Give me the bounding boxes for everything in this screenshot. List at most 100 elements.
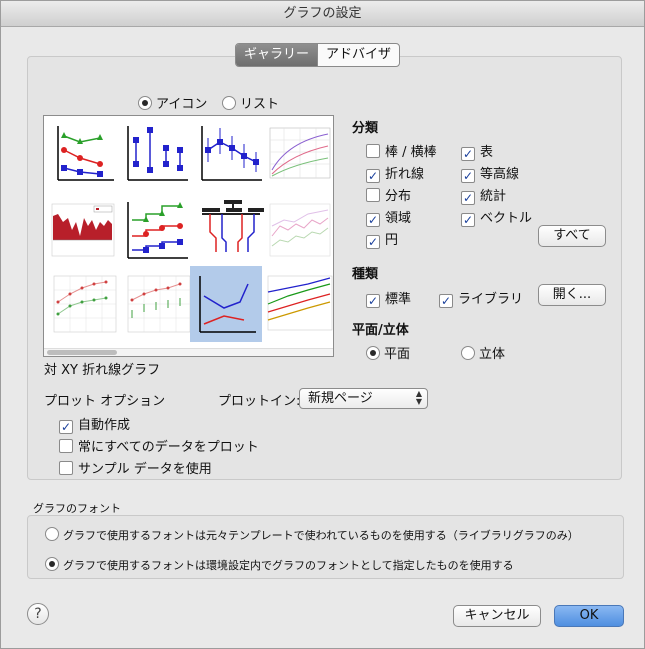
view-icon-label: アイコン [156, 97, 208, 112]
font-template-label: グラフで使用するフォントは元々テンプレートで使われているものを使用する（ライブラ… [63, 529, 579, 542]
checkbox-box[interactable] [59, 461, 73, 475]
cancel-button[interactable]: キャンセル [453, 605, 541, 627]
category-line-checkbox[interactable]: ✓ 折れ線 [366, 163, 424, 183]
category-statistics-label: 統計 [480, 189, 507, 204]
graph-settings-dialog: グラフの設定 ギャラリー アドバイザ アイコン リスト 対 XY 折れ線グラフ … [0, 0, 645, 649]
checkbox-box[interactable]: ✓ [366, 235, 380, 249]
radio-icon[interactable] [45, 557, 59, 571]
gallery-thumb-xy-line-selected[interactable] [190, 266, 262, 342]
gallery-horizontal-scrollbar[interactable] [44, 348, 333, 356]
category-area-label: 領域 [385, 211, 412, 226]
category-bar-checkbox[interactable]: 棒 / 横棒 [366, 141, 437, 160]
sample-data-label: サンプル データを使用 [78, 462, 212, 477]
line-markers-chart-icon [57, 126, 114, 181]
category-pie-checkbox[interactable]: ✓ 円 [366, 229, 398, 249]
view-icon-radio[interactable]: アイコン [138, 93, 207, 112]
gallery-thumb-dot-grid-1[interactable] [48, 272, 120, 344]
dimension-2d-radio[interactable]: 平面 [366, 343, 410, 362]
gallery-thumb-dendrogram[interactable] [196, 196, 268, 268]
tab-advisor[interactable]: アドバイザ [317, 44, 399, 66]
category-table-label: 表 [480, 145, 494, 160]
checkbox-box[interactable]: ✓ [461, 191, 475, 205]
radio-icon[interactable] [461, 346, 475, 360]
dot-grid-chart-icon [53, 275, 117, 333]
plot-in-value: 新規ページ [308, 391, 373, 406]
checkbox-box[interactable] [366, 144, 380, 158]
ok-button[interactable]: OK [554, 605, 624, 627]
dimension-heading: 平面/立体 [352, 323, 409, 338]
category-line-label: 折れ線 [385, 167, 425, 182]
checkbox-box[interactable]: ✓ [366, 294, 380, 308]
dimension-3d-radio[interactable]: 立体 [461, 343, 505, 362]
radio-icon[interactable] [222, 96, 236, 110]
plot-all-data-checkbox[interactable]: 常にすべてのデータをプロット [59, 436, 259, 455]
step-chart-icon [127, 202, 188, 259]
category-area-checkbox[interactable]: ✓ 領域 [366, 207, 411, 227]
dendrogram-chart-icon [202, 200, 264, 252]
plot-in-select[interactable]: 新規ページ ▲ ▼ [299, 388, 428, 409]
gallery-thumb-multi-line[interactable] [264, 272, 333, 344]
curve-grid-chart-icon [269, 127, 331, 179]
kind-library-checkbox[interactable]: ✓ ライブラリ [439, 288, 523, 308]
kind-standard-label: 標準 [385, 292, 412, 307]
font-template-radio[interactable]: グラフで使用するフォントは元々テンプレートで使われているものを使用する（ライブラ… [45, 527, 579, 543]
checkbox-box[interactable]: ✓ [461, 147, 475, 161]
sample-data-checkbox[interactable]: サンプル データを使用 [59, 458, 212, 477]
checkbox-box[interactable]: ✓ [366, 169, 380, 183]
tab-gallery[interactable]: ギャラリー [236, 44, 318, 66]
help-button[interactable]: ? [27, 603, 49, 625]
category-distribution-checkbox[interactable]: 分布 [366, 185, 411, 204]
category-heading: 分類 [352, 121, 379, 136]
checkbox-box[interactable] [366, 188, 380, 202]
gallery-thumb-area[interactable] [48, 196, 120, 268]
plot-in-label: プロットイン: [218, 394, 301, 409]
selected-chart-name: 対 XY 折れ線グラフ [44, 363, 161, 378]
scrollbar-thumb[interactable] [47, 350, 117, 355]
category-table-checkbox[interactable]: ✓ 表 [461, 141, 493, 161]
kind-heading: 種類 [352, 267, 379, 282]
open-library-button[interactable]: 開く... [538, 284, 606, 306]
checkbox-box[interactable]: ✓ [461, 213, 475, 227]
area-chart-icon [51, 203, 115, 257]
radio-icon[interactable] [366, 346, 380, 360]
category-contour-checkbox[interactable]: ✓ 等高線 [461, 163, 519, 183]
checkbox-box[interactable]: ✓ [461, 169, 475, 183]
high-low-chart-icon [127, 126, 188, 181]
category-statistics-checkbox[interactable]: ✓ 統計 [461, 185, 506, 205]
chart-gallery[interactable] [43, 115, 334, 357]
gallery-thumb-dot-grid-2[interactable] [122, 272, 194, 344]
window-title: グラフの設定 [1, 1, 644, 27]
gallery-thumb-curve-grid[interactable] [264, 120, 333, 192]
view-list-radio[interactable]: リスト [222, 93, 279, 112]
xy-line-chart-icon [199, 276, 256, 333]
checkbox-box[interactable]: ✓ [439, 294, 453, 308]
gallery-thumb-high-low[interactable] [122, 120, 194, 192]
error-bar-chart-icon [201, 126, 262, 181]
dimension-3d-label: 立体 [479, 347, 506, 362]
kind-library-label: ライブラリ [458, 292, 524, 307]
radio-icon[interactable] [45, 527, 59, 541]
auto-create-checkbox[interactable]: ✓ 自動作成 [59, 414, 130, 434]
dimension-2d-label: 平面 [384, 347, 411, 362]
category-bar-label: 棒 / 横棒 [385, 145, 437, 160]
checkbox-box[interactable] [59, 439, 73, 453]
view-list-label: リスト [240, 97, 280, 112]
category-distribution-label: 分布 [385, 189, 412, 204]
radio-icon[interactable] [138, 96, 152, 110]
checkbox-box[interactable]: ✓ [59, 420, 73, 434]
gallery-thumb-line-markers[interactable] [48, 120, 120, 192]
kind-standard-checkbox[interactable]: ✓ 標準 [366, 288, 411, 308]
category-contour-label: 等高線 [480, 167, 520, 182]
category-vector-checkbox[interactable]: ✓ ベクトル [461, 207, 532, 227]
category-pie-label: 円 [385, 233, 399, 248]
dot-grid-chart-icon-2 [127, 275, 191, 333]
gallery-thumb-faint-lines[interactable] [264, 196, 333, 268]
gallery-thumb-error-bars[interactable] [196, 120, 268, 192]
updown-arrows-icon: ▲ ▼ [415, 389, 422, 406]
checkbox-box[interactable]: ✓ [366, 213, 380, 227]
font-preferences-radio[interactable]: グラフで使用するフォントは環境設定内でグラフのフォントとして指定したものを使用す… [45, 557, 514, 573]
select-all-button[interactable]: すべて [538, 225, 606, 247]
multi-line-chart-icon [267, 275, 333, 331]
gallery-thumb-step[interactable] [122, 196, 194, 268]
graph-font-heading: グラフのフォント [33, 502, 121, 515]
